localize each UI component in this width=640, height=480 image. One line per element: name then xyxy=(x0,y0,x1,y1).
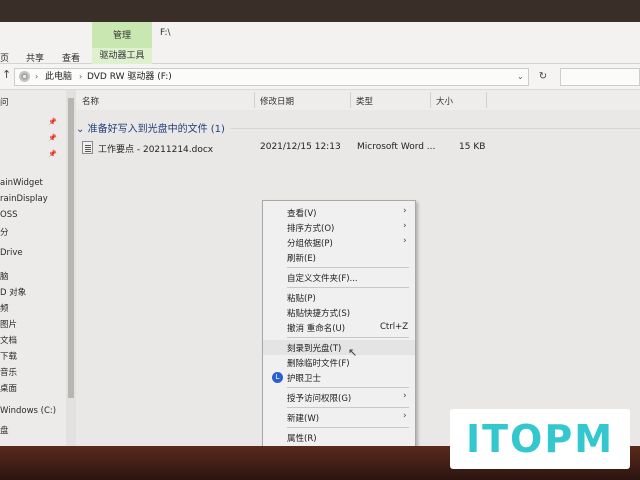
menu-item-delete-temp-files[interactable]: 删除临时文件(F) xyxy=(263,355,415,370)
column-divider[interactable] xyxy=(486,92,487,108)
scrollbar-thumb[interactable] xyxy=(68,98,74,398)
monitor-bezel-top xyxy=(0,0,640,22)
group-header[interactable]: ⌄ 准备好写入到光盘中的文件 (1) xyxy=(76,120,225,135)
file-type: Microsoft Word ... xyxy=(357,142,436,152)
manage-label: 管理 xyxy=(112,31,131,41)
nav-item[interactable]: 盘 xyxy=(0,424,9,436)
chevron-right-icon: › xyxy=(403,221,407,231)
nav-item[interactable]: 脑 xyxy=(0,270,9,282)
column-type[interactable]: 类型 xyxy=(356,95,373,107)
window-title: F:\ xyxy=(160,28,171,38)
menu-item-properties[interactable]: 属性(R) xyxy=(263,430,415,445)
column-divider[interactable] xyxy=(254,92,255,108)
chevron-right-icon: › xyxy=(403,206,407,216)
file-row[interactable]: 工作要点 - 20211214.docx 2021/12/15 12:13 Mi… xyxy=(82,140,502,156)
nav-item[interactable]: OSS xyxy=(0,210,17,220)
menu-item-group-by[interactable]: 分组依据(P) › xyxy=(263,235,415,250)
file-name: 工作要点 - 20211214.docx xyxy=(98,145,214,155)
watermark-logo: ITOPM xyxy=(450,409,630,469)
nav-scrollbar[interactable] xyxy=(66,90,76,452)
column-divider[interactable] xyxy=(350,92,351,108)
mouse-cursor-icon: ↖ xyxy=(348,346,358,359)
shortcut-label: Ctrl+Z xyxy=(380,322,409,332)
context-menu: 查看(V) › 排序方式(O) › 分组依据(P) › 刷新(E) 自定义文件夹(F)… xyxy=(262,200,416,466)
address-row: ↑ › 此电脑 › DVD RW 驱动器 (F:) ⌄ ↻ xyxy=(0,64,640,90)
menu-separator xyxy=(287,267,409,268)
group-title: 准备好写入到光盘中的文件 (1) xyxy=(87,124,225,135)
menu-item-view[interactable]: 查看(V) › xyxy=(263,205,415,220)
refresh-icon[interactable]: ↻ xyxy=(534,68,552,86)
chevron-right-icon: › xyxy=(403,391,407,401)
nav-item[interactable]: D 对象 xyxy=(0,286,26,298)
menu-separator xyxy=(287,337,409,338)
pin-icon: 📌 xyxy=(48,150,57,158)
column-header-row: 名称 修改日期 类型 大小 xyxy=(76,90,640,110)
nav-item[interactable]: 音乐 xyxy=(0,366,17,378)
menu-item-paste-shortcut[interactable]: 粘贴快捷方式(S) xyxy=(263,305,415,320)
chevron-down-icon[interactable]: ⌄ xyxy=(76,124,84,135)
menu-item-eye-guard[interactable]: L 护眼卫士 xyxy=(263,370,415,385)
nav-item[interactable]: 文档 xyxy=(0,334,17,346)
up-arrow-icon[interactable]: ↑ xyxy=(2,68,11,81)
nav-item[interactable]: 频 xyxy=(0,302,9,314)
eye-guard-icon: L xyxy=(272,372,283,383)
dvd-drive-icon xyxy=(19,71,30,82)
menu-item-customize-folder[interactable]: 自定义文件夹(F)... xyxy=(263,270,415,285)
nav-item[interactable]: rainDisplay xyxy=(0,194,48,204)
column-size[interactable]: 大小 xyxy=(436,95,453,107)
nav-item[interactable]: 桌面 xyxy=(0,382,17,394)
breadcrumb-this-pc[interactable]: 此电脑 xyxy=(45,69,72,85)
menu-separator xyxy=(287,287,409,288)
column-modified[interactable]: 修改日期 xyxy=(260,95,294,107)
nav-item[interactable]: Drive xyxy=(0,248,23,258)
navigation-pane: 问 📌 📌 📌 ainWidget rainDisplay OSS 分 Driv… xyxy=(0,90,76,452)
menu-item-undo-rename[interactable]: 撤消 重命名(U) Ctrl+Z xyxy=(263,320,415,335)
nav-item[interactable]: 分 xyxy=(0,226,9,238)
chevron-right-icon: › xyxy=(403,236,407,246)
tab-share[interactable]: 共享 xyxy=(26,51,44,64)
menu-separator xyxy=(287,427,409,428)
file-size: 15 KB xyxy=(459,142,486,152)
search-input[interactable] xyxy=(560,68,640,86)
chevron-down-icon[interactable]: ⌄ xyxy=(517,69,524,85)
logo-text: ITOPM xyxy=(465,417,615,461)
file-modified: 2021/12/15 12:13 xyxy=(260,142,341,152)
pin-icon: 📌 xyxy=(48,134,57,142)
menu-item-give-access[interactable]: 授予访问权限(G) › xyxy=(263,390,415,405)
tab-view[interactable]: 查看 xyxy=(62,51,80,64)
pin-icon: 📌 xyxy=(48,118,57,126)
word-document-icon xyxy=(82,141,93,154)
nav-item[interactable]: ainWidget xyxy=(0,178,43,188)
tab-drive-tools[interactable]: 驱动器工具 xyxy=(92,48,152,64)
address-bar[interactable]: › 此电脑 › DVD RW 驱动器 (F:) ⌄ xyxy=(14,68,529,86)
chevron-right-icon: › xyxy=(403,411,407,421)
tab-page[interactable]: 页 xyxy=(0,51,9,64)
menu-separator xyxy=(287,387,409,388)
nav-item[interactable]: 图片 xyxy=(0,318,17,330)
nav-item[interactable]: Windows (C:) xyxy=(0,406,56,416)
column-name[interactable]: 名称 xyxy=(82,95,99,107)
menu-item-new[interactable]: 新建(W) › xyxy=(263,410,415,425)
menu-item-paste[interactable]: 粘贴(P) xyxy=(263,290,415,305)
chevron-right-icon[interactable]: › xyxy=(79,69,82,85)
group-divider xyxy=(230,128,640,129)
menu-item-refresh[interactable]: 刷新(E) xyxy=(263,250,415,265)
column-divider[interactable] xyxy=(430,92,431,108)
nav-item[interactable]: 问 xyxy=(0,96,9,108)
menu-separator xyxy=(287,407,409,408)
ribbon: 页 共享 查看 管理 驱动器工具 F:\ xyxy=(0,22,640,64)
chevron-right-icon[interactable]: › xyxy=(35,69,38,85)
breadcrumb-dvd-drive[interactable]: DVD RW 驱动器 (F:) xyxy=(87,69,172,85)
manage-tab-group[interactable]: 管理 驱动器工具 xyxy=(92,22,152,64)
menu-item-burn-to-disc[interactable]: 刻录到光盘(T) xyxy=(263,340,415,355)
menu-item-sort-by[interactable]: 排序方式(O) › xyxy=(263,220,415,235)
nav-item[interactable]: 下载 xyxy=(0,350,17,362)
